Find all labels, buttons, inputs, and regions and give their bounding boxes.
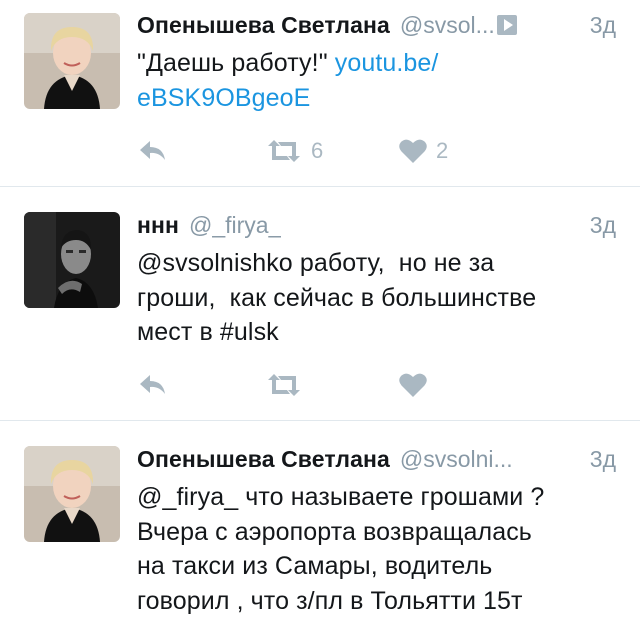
display-name[interactable]: Опенышева Светлана bbox=[137, 12, 390, 39]
display-name[interactable]: Опенышева Светлана bbox=[137, 446, 390, 473]
like-count: 2 bbox=[436, 138, 449, 163]
reply-arrow-icon bbox=[140, 375, 165, 394]
tweet-1[interactable]: Опенышева Светлана @svsol... 3д "Даешь р… bbox=[0, 0, 640, 186]
tweet-actions bbox=[137, 367, 537, 403]
retweet-count: 6 bbox=[311, 138, 324, 163]
user-handle[interactable]: @svsol... bbox=[400, 12, 495, 39]
timestamp[interactable]: 3д bbox=[590, 12, 616, 39]
retweet-button[interactable]: 6 bbox=[265, 133, 323, 169]
user-handle[interactable]: @_firya_ bbox=[189, 212, 281, 239]
tweet-text: @_firya_ что называете грошами ? Вчера с… bbox=[137, 483, 545, 615]
heart-icon bbox=[399, 139, 427, 163]
tweet-header: Опенышева Светлана @svsol... 3д bbox=[137, 8, 616, 42]
retweet-icon bbox=[268, 374, 300, 396]
tweet-text-plain: "Даешь работу!" bbox=[137, 49, 335, 77]
avatar[interactable] bbox=[24, 446, 120, 542]
play-video-icon bbox=[496, 15, 517, 35]
retweet-icon bbox=[268, 140, 300, 162]
display-name[interactable]: ннн bbox=[137, 212, 179, 239]
like-button[interactable]: 2 bbox=[398, 133, 448, 169]
timestamp[interactable]: 3д bbox=[590, 446, 616, 473]
retweet-button[interactable] bbox=[265, 367, 311, 403]
tweet-2[interactable]: ннн @_firya_ 3д @svsolnishko работу, но … bbox=[0, 187, 640, 420]
reply-button[interactable] bbox=[137, 133, 169, 169]
reply-arrow-icon bbox=[140, 141, 165, 160]
avatar[interactable] bbox=[24, 13, 120, 109]
tweet-header: ннн @_firya_ 3д bbox=[137, 208, 616, 242]
reply-button[interactable] bbox=[137, 367, 169, 403]
avatar[interactable] bbox=[24, 212, 120, 308]
timestamp[interactable]: 3д bbox=[590, 212, 616, 239]
tweet-header: Опенышева Светлана @svsolni... 3д bbox=[137, 442, 616, 476]
heart-icon bbox=[399, 373, 427, 397]
tweet-text: @svsolnishko работу, но не за гроши, как… bbox=[137, 249, 537, 346]
user-handle[interactable]: @svsolni... bbox=[400, 446, 513, 473]
tweet-3[interactable]: Опенышева Светлана @svsolni... 3д @_firy… bbox=[0, 421, 640, 629]
like-button[interactable] bbox=[398, 367, 436, 403]
tweet-actions: 6 2 bbox=[137, 133, 537, 169]
tweet-text: "Даешь работу!" youtu.be/ eBSK9OBgeoE bbox=[137, 46, 610, 115]
